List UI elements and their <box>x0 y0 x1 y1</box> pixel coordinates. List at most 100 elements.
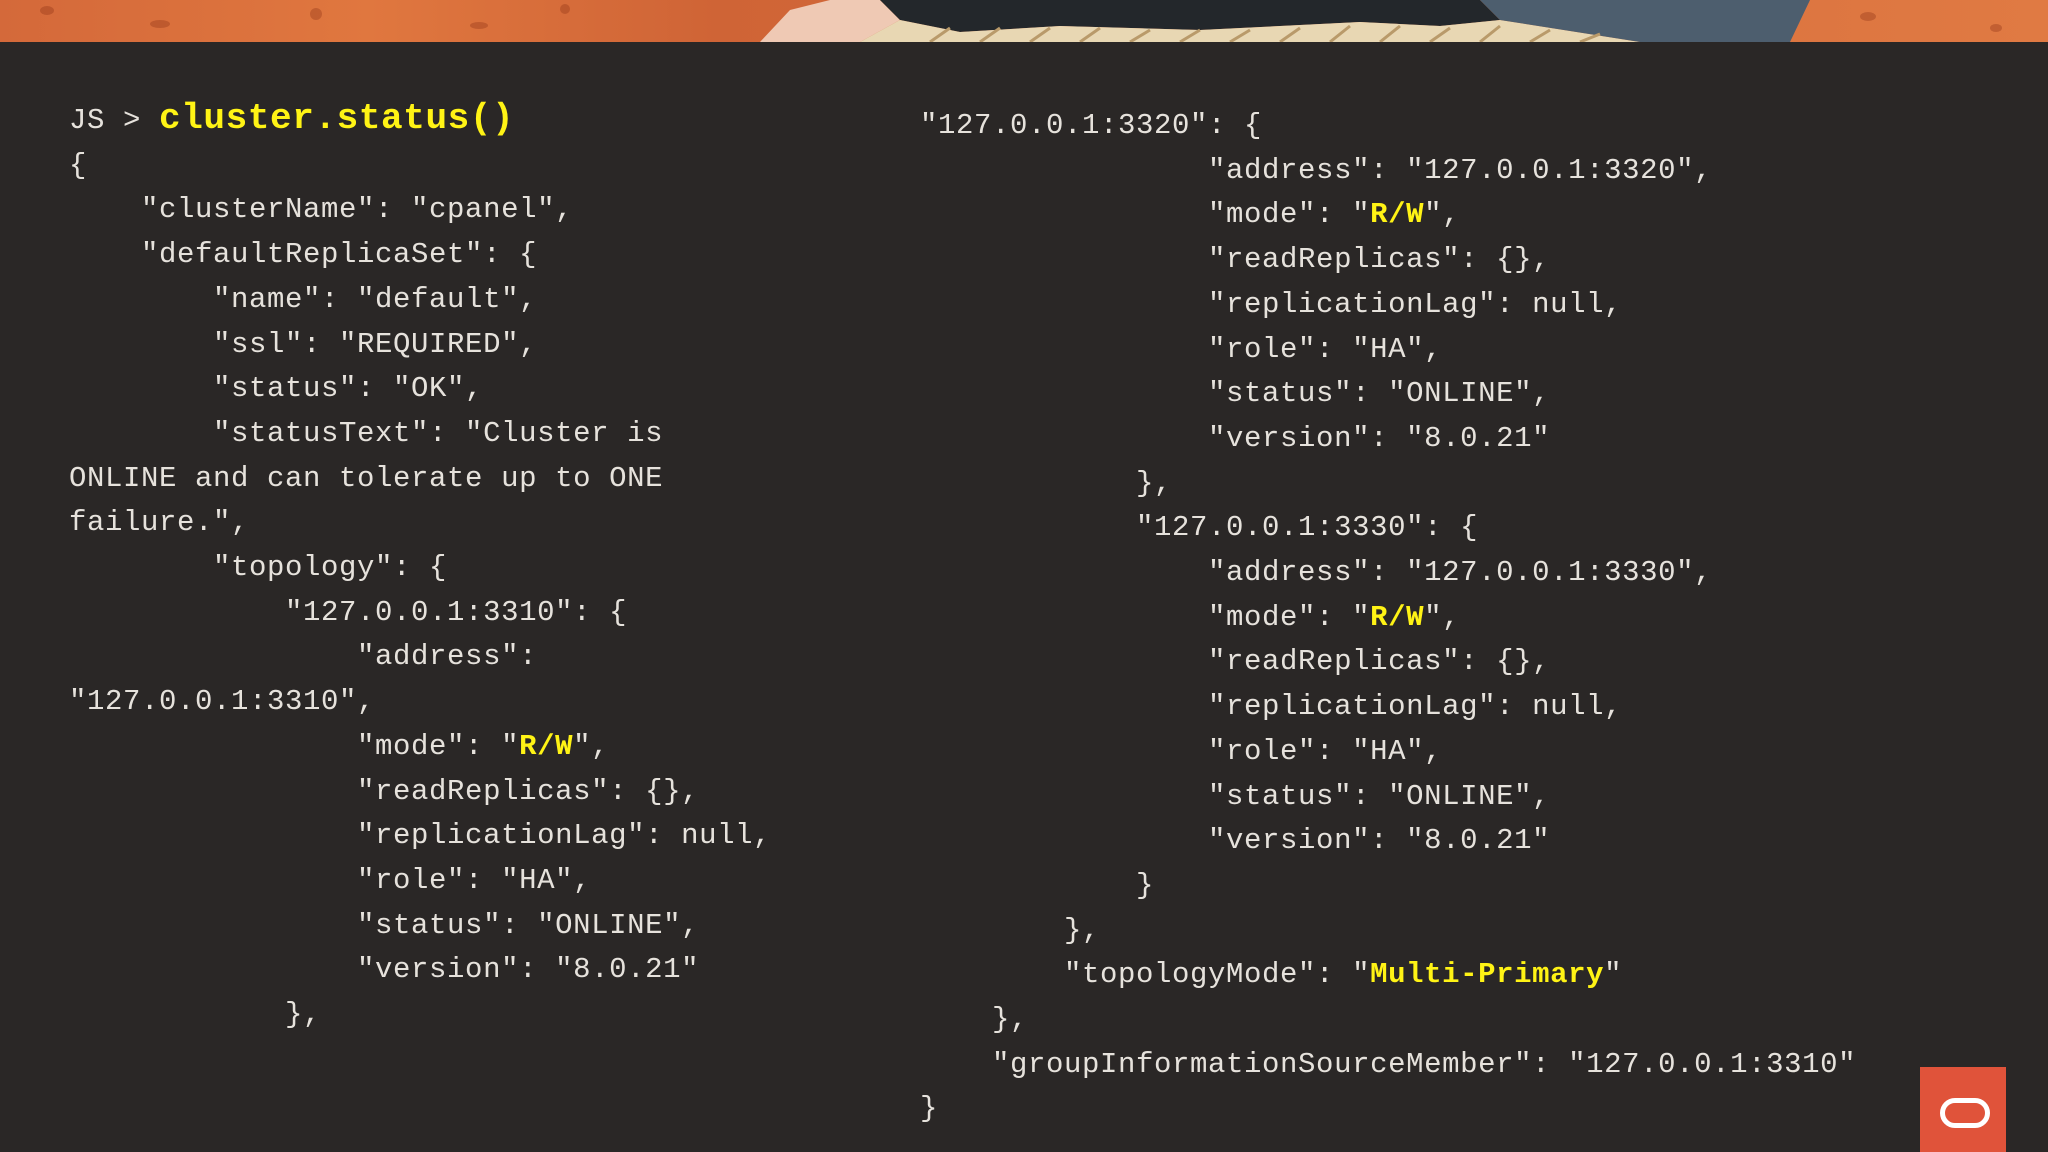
code-text: "groupInformationSourceMember": "127.0.0… <box>920 1047 1857 1081</box>
code-line: }, <box>920 1003 1028 1036</box>
code-line: "readReplicas": {}, <box>920 243 1550 276</box>
code-line: "replicationLag": null, <box>920 690 1622 723</box>
prompt-prefix: JS > <box>69 104 160 137</box>
decorative-banner <box>0 0 2048 42</box>
code-line: "address": "127.0.0.1:3320", <box>920 154 1712 187</box>
code-line: "status": "ONLINE", <box>920 377 1550 410</box>
code-line: }, <box>920 467 1172 500</box>
code-line: "version": "8.0.21" <box>69 953 699 986</box>
code-text: "readReplicas": {}, <box>920 243 1551 277</box>
code-text: }, <box>69 998 322 1032</box>
code-line: "version": "8.0.21" <box>920 824 1550 857</box>
code-text: "role": "HA", <box>920 734 1443 768</box>
code-text: "status": "OK", <box>69 372 484 406</box>
code-text: "role": "HA", <box>69 863 592 897</box>
code-block-left: JS > cluster.status() { "clusterName": "… <box>69 97 771 1038</box>
code-text: "mode": " <box>920 600 1371 634</box>
code-line: "127.0.0.1:3330": { <box>920 511 1478 544</box>
code-text: "status": "ONLINE", <box>920 377 1551 411</box>
code-line: "readReplicas": {}, <box>69 775 699 808</box>
code-line: "role": "HA", <box>69 864 591 897</box>
code-line: "127.0.0.1:3320": { <box>920 109 1262 142</box>
code-text: "replicationLag": null, <box>69 819 772 853</box>
code-line: "statusText": "Cluster is <box>69 417 663 450</box>
code-text: "readReplicas": {}, <box>920 645 1551 679</box>
code-text: "127.0.0.1:3320": { <box>920 109 1263 142</box>
code-line: "role": "HA", <box>920 735 1442 768</box>
banner-artwork <box>760 0 1810 42</box>
code-line: }, <box>69 998 321 1031</box>
code-line: "address": "127.0.0.1:3330", <box>920 556 1712 589</box>
code-text: } <box>920 1092 939 1126</box>
code-text: "ssl": "REQUIRED", <box>69 327 538 361</box>
code-text: "clusterName": "cpanel", <box>69 193 574 227</box>
code-line: "mode": "R/W", <box>69 730 609 763</box>
code-line: "replicationLag": null, <box>69 819 771 852</box>
code-line: "status": "ONLINE", <box>69 909 699 942</box>
code-line: failure.", <box>69 506 249 539</box>
code-text: }, <box>920 913 1101 947</box>
code-text: "name": "default", <box>69 282 538 316</box>
code-line: "readReplicas": {}, <box>920 645 1550 678</box>
code-line: "replicationLag": null, <box>920 288 1622 321</box>
code-line: "ssl": "REQUIRED", <box>69 328 537 361</box>
code-text: failure.", <box>69 506 250 540</box>
code-text: "readReplicas": {}, <box>69 774 700 808</box>
code-line: "127.0.0.1:3310", <box>69 685 375 718</box>
code-text: "127.0.0.1:3310": { <box>69 595 628 629</box>
code-text: { <box>69 148 88 182</box>
code-text: "defaultReplicaSet": { <box>69 238 538 272</box>
code-line: "address": <box>69 640 537 673</box>
code-text: }, <box>920 1003 1029 1037</box>
code-text: "replicationLag": null, <box>920 690 1623 724</box>
oracle-ring-shape <box>1940 1098 1990 1128</box>
code-text: "127.0.0.1:3310", <box>69 685 376 719</box>
highlighted-value: Multi-Primary <box>1370 958 1605 992</box>
code-line: "name": "default", <box>69 283 537 316</box>
code-text: "mode": " <box>920 198 1371 232</box>
code-line: }, <box>920 914 1100 947</box>
code-text: "address": <box>69 640 538 674</box>
code-block-right: "127.0.0.1:3320": { "address": "127.0.0.… <box>920 104 1856 1132</box>
code-line: "mode": "R/W", <box>920 198 1460 231</box>
prompt-command: cluster.status() <box>159 98 515 139</box>
code-line: "clusterName": "cpanel", <box>69 193 573 226</box>
code-text: "replicationLag": null, <box>920 287 1623 321</box>
code-text: " <box>1604 958 1623 992</box>
code-text: "address": "127.0.0.1:3320", <box>920 153 1713 187</box>
code-text: }, <box>920 466 1173 500</box>
code-text: ONLINE and can tolerate up to ONE <box>69 461 664 495</box>
code-line: } <box>920 869 1154 902</box>
code-text: "version": "8.0.21" <box>920 824 1551 858</box>
code-line: "127.0.0.1:3310": { <box>69 596 627 629</box>
code-text: "127.0.0.1:3330": { <box>920 511 1479 545</box>
code-text: ", <box>573 729 610 763</box>
highlighted-value: R/W <box>1370 600 1425 634</box>
code-line: "topology": { <box>69 551 447 584</box>
code-line: "status": "ONLINE", <box>920 780 1550 813</box>
code-text: "role": "HA", <box>920 332 1443 366</box>
code-text: "status": "ONLINE", <box>920 779 1551 813</box>
code-text: ", <box>1424 600 1461 634</box>
highlighted-value: R/W <box>519 729 574 763</box>
highlighted-value: R/W <box>1370 198 1425 232</box>
code-line: "role": "HA", <box>920 333 1442 366</box>
code-text: "address": "127.0.0.1:3330", <box>920 556 1713 590</box>
slide: JS > cluster.status() { "clusterName": "… <box>0 0 2048 1152</box>
code-text: "status": "ONLINE", <box>69 908 700 942</box>
code-text: "statusText": "Cluster is <box>69 416 664 450</box>
code-line: "mode": "R/W", <box>920 601 1460 634</box>
code-line: } <box>920 1092 938 1125</box>
code-text: "mode": " <box>69 729 520 763</box>
code-line: "defaultReplicaSet": { <box>69 238 537 271</box>
code-line: "groupInformationSourceMember": "127.0.0… <box>920 1048 1856 1081</box>
prompt-line: JS > cluster.status() <box>69 98 514 139</box>
code-text: } <box>920 868 1155 902</box>
code-line: { <box>69 149 87 182</box>
code-text: "topology": { <box>69 551 448 585</box>
code-line: ONLINE and can tolerate up to ONE <box>69 462 663 495</box>
code-lines-right: "127.0.0.1:3320": { "address": "127.0.0.… <box>920 109 1856 1125</box>
code-line: "topologyMode": "Multi-Primary" <box>920 958 1622 991</box>
code-text: "version": "8.0.21" <box>69 953 700 987</box>
code-text: "topologyMode": " <box>920 958 1371 992</box>
